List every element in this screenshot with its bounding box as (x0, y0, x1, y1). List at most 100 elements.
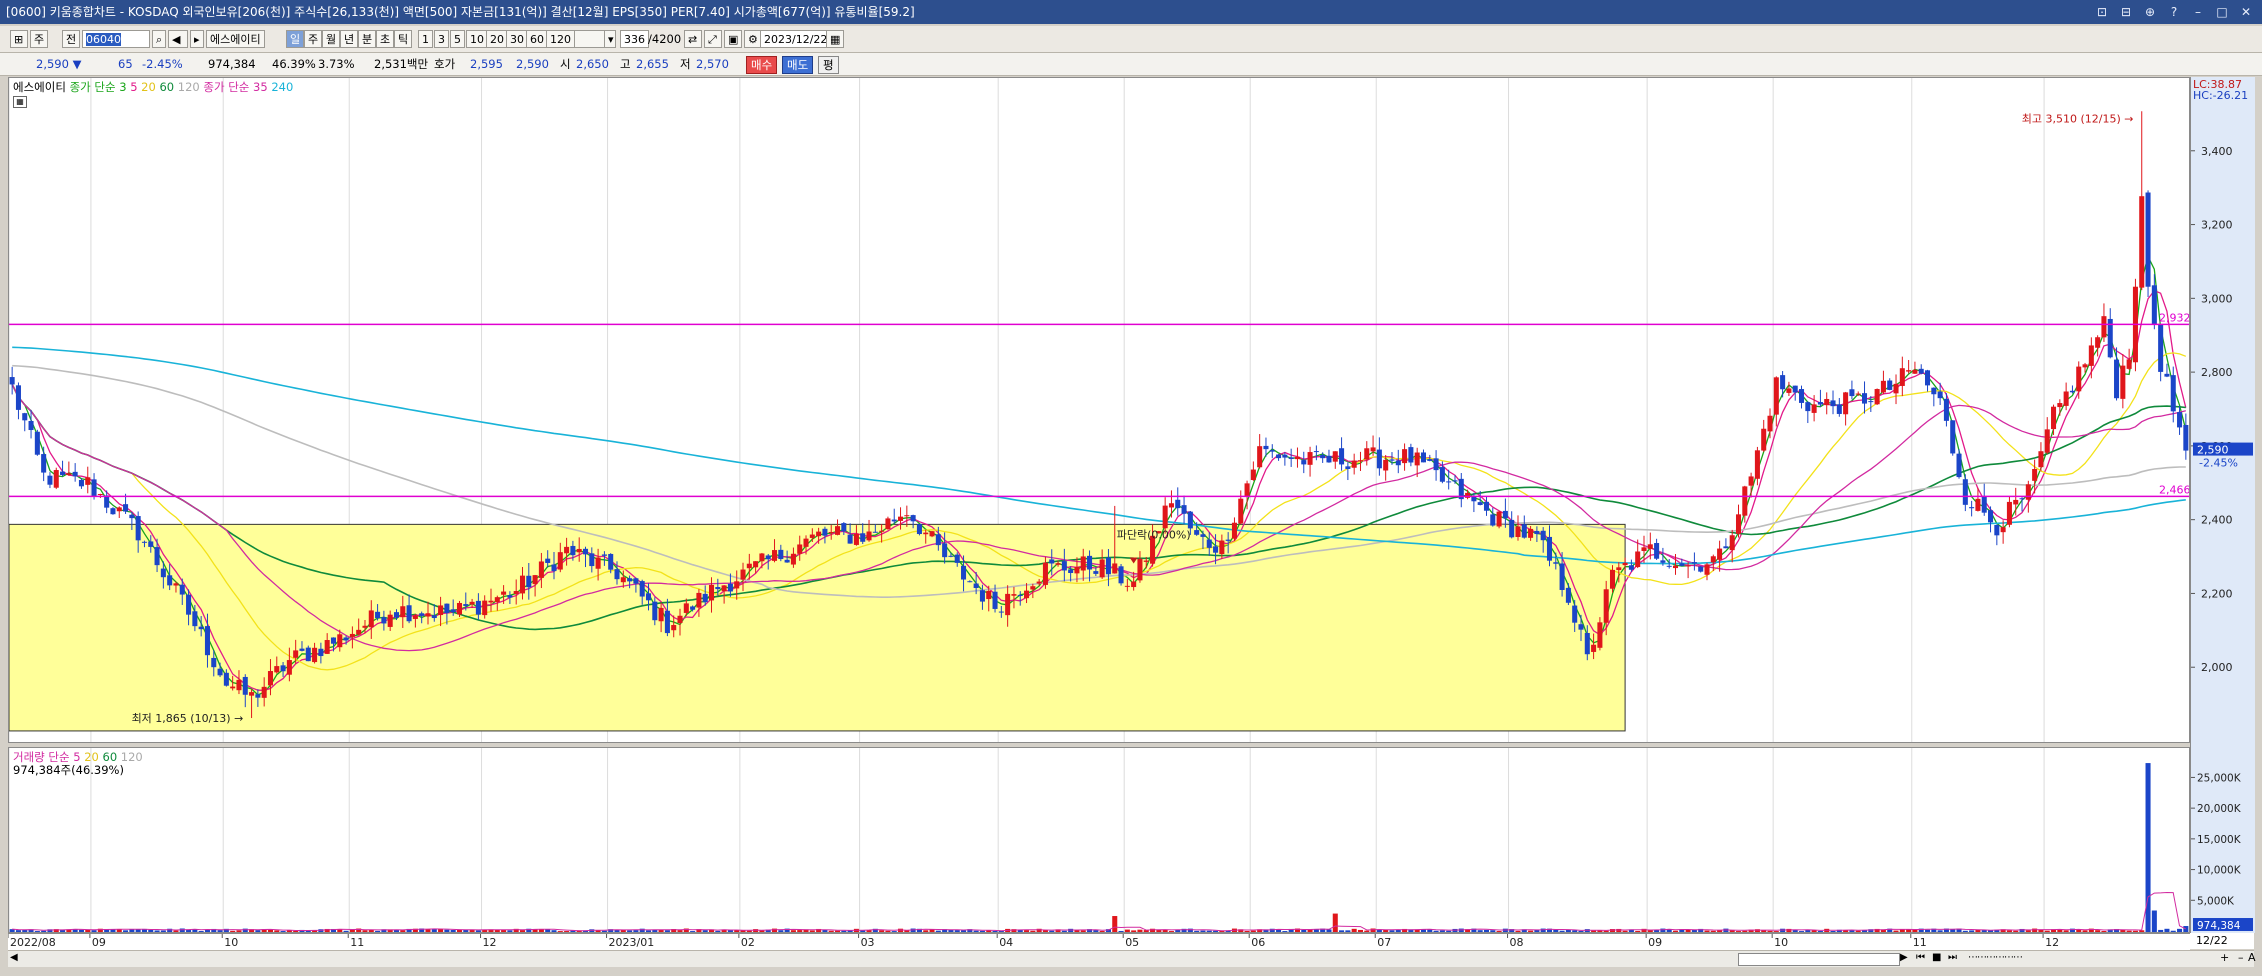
scale-icon[interactable]: ⤢ (704, 30, 722, 48)
candle-body (658, 607, 664, 622)
volume-ma-line (12, 891, 2187, 932)
search-icon[interactable]: ⌕ (152, 30, 166, 48)
zoom-in-icon[interactable]: + (2220, 951, 2229, 964)
legend-ma240[interactable]: 240 (271, 80, 293, 94)
date-axis: 2022/08 09 10 11 12 2023/01 02 03 04 05 06 07 08 09 10… (7, 933, 2190, 950)
window-btn-2[interactable]: ⊕ (2142, 0, 2158, 24)
candle-body (1005, 593, 1011, 616)
maximize-button[interactable]: □ (2214, 0, 2230, 24)
candle-body (1124, 585, 1130, 587)
price-chart-pane[interactable]: 2,932 2,466 최고 3,510 (12/15) → 최저 1,865 (1… (8, 77, 2190, 743)
zoom-slider-icon[interactable]: ⋯⋯⋯⋯⋯⋯ (1968, 952, 2023, 963)
period-second[interactable]: 초 (376, 30, 395, 48)
minute-20[interactable]: 20 (486, 30, 508, 48)
stock-name[interactable]: 에스에이티 (206, 30, 265, 48)
candle-body (1540, 530, 1546, 541)
price-axis[interactable]: LC:38.87HC:-26.213,4003,2003,0002,8002,6… (2190, 77, 2255, 933)
scroll-first-icon[interactable]: ⏮ (1916, 952, 1925, 963)
period-minute[interactable]: 분 (358, 30, 377, 48)
volume-bar (1345, 930, 1351, 932)
expand-icon[interactable]: ▸ (190, 30, 204, 48)
legend-ma20[interactable]: 20 (141, 80, 156, 94)
window-btn-0[interactable]: ⊡ (2094, 0, 2110, 24)
volume-chart-pane[interactable]: 거래량 단순 5 20 60 120 974,384주(46.39%) (8, 747, 2190, 933)
legend-ma-group2[interactable]: 종가 단순 (203, 80, 249, 94)
eval-button[interactable]: 평 (818, 56, 839, 74)
window-btn-1[interactable]: ⊟ (2118, 0, 2134, 24)
minute-10[interactable]: 10 (466, 30, 488, 48)
calendar-icon[interactable]: ▦ (826, 30, 844, 48)
legend-ma-group1[interactable]: 종가 단순 (70, 80, 116, 94)
period-day[interactable]: 일 (286, 30, 305, 48)
volume-bar (1704, 930, 1710, 932)
minute-5[interactable]: 5 (450, 30, 465, 48)
speaker-icon[interactable]: ◀ (168, 30, 188, 48)
scroll-left-icon[interactable]: ◀ (10, 952, 18, 963)
close-button[interactable]: ✕ (2238, 0, 2254, 24)
zoom-out-icon[interactable]: – (2238, 951, 2244, 964)
tool-menu-icon[interactable]: ⊞ (10, 30, 28, 48)
candle-body (898, 516, 904, 521)
candle-body (1975, 498, 1981, 511)
candle-body (639, 581, 645, 597)
volume-bar (1798, 931, 1805, 932)
candle-body (2006, 501, 2012, 525)
minute-3[interactable]: 3 (434, 30, 449, 48)
scroll-right-icon[interactable]: ▶ (1900, 952, 1908, 963)
save-icon[interactable]: ▣ (724, 30, 742, 48)
buy-button[interactable]: 매수 (746, 56, 778, 74)
date-axis-end: 12/22 (2190, 933, 2254, 949)
compare-icon[interactable]: ⇄ (684, 30, 702, 48)
candle-body (1792, 385, 1798, 393)
candle-body (816, 531, 822, 537)
table-icon[interactable]: ▦ (13, 96, 27, 108)
candle-body (249, 692, 255, 696)
candle-body (513, 591, 519, 594)
scroll-thumb[interactable] (1738, 953, 1900, 966)
chart-scrollbar[interactable]: ◀ ▶ ⏮ ■ ⏭ ⋯⋯⋯⋯⋯⋯ – + A (8, 950, 2256, 967)
candle-body (885, 518, 891, 530)
legend-ma120[interactable]: 120 (178, 80, 200, 94)
legend-ma35[interactable]: 35 (253, 80, 268, 94)
volume-bar (1124, 929, 1130, 932)
scroll-last-icon[interactable]: ⏭ (1948, 952, 1957, 963)
count-input[interactable]: 336 (620, 30, 649, 48)
minute-60[interactable]: 60 (526, 30, 548, 48)
legend-ma3[interactable]: 3 (119, 80, 126, 94)
candle-body (576, 548, 582, 553)
font-size-icon[interactable]: A (2248, 951, 2256, 964)
stop-icon[interactable]: ■ (1932, 952, 1941, 963)
scope-select[interactable]: 전 (62, 30, 81, 48)
minute-30[interactable]: 30 (506, 30, 528, 48)
legend-ma5[interactable]: 5 (130, 80, 137, 94)
minute-120[interactable]: 120 (546, 30, 575, 48)
period-tick[interactable]: 틱 (394, 30, 413, 48)
chart-toolbar: ⊞ 주 전 06040 ⌕ ◀ ▸ 에스에이티 일 주 월 년 분 초 틱 1 … (0, 26, 2262, 53)
candle-body (211, 657, 217, 668)
sell-button[interactable]: 매도 (782, 56, 814, 74)
candle-body (1622, 562, 1628, 566)
minimize-button[interactable]: – (2190, 0, 2206, 24)
period-month[interactable]: 월 (322, 30, 341, 48)
candle-body (690, 606, 696, 610)
help-button[interactable]: ? (2166, 0, 2182, 24)
market-select[interactable]: 주 (30, 30, 49, 48)
legend-vol-ma120[interactable]: 120 (121, 750, 143, 764)
minute-1[interactable]: 1 (418, 30, 433, 48)
period-year[interactable]: 년 (340, 30, 359, 48)
candle-body (444, 603, 450, 613)
candle-body (835, 526, 841, 535)
volume-bar (1131, 930, 1137, 932)
legend-ma60[interactable]: 60 (159, 80, 174, 94)
candle-body (78, 479, 84, 487)
legend-stock-name[interactable]: 에스에이티 (13, 80, 66, 94)
volume-bar (828, 930, 834, 932)
volume-bar (772, 928, 778, 932)
price-legend: 에스에이티 종가 단순 3 5 20 60 120 종가 단순 35 240 (13, 79, 293, 95)
volume-bar (1477, 930, 1483, 932)
period-week[interactable]: 주 (304, 30, 323, 48)
dropdown-icon[interactable]: ▾ (604, 30, 616, 48)
volume-bar (633, 930, 639, 932)
stock-code-input[interactable]: 06040 (82, 30, 150, 48)
candle-body (1181, 505, 1187, 514)
